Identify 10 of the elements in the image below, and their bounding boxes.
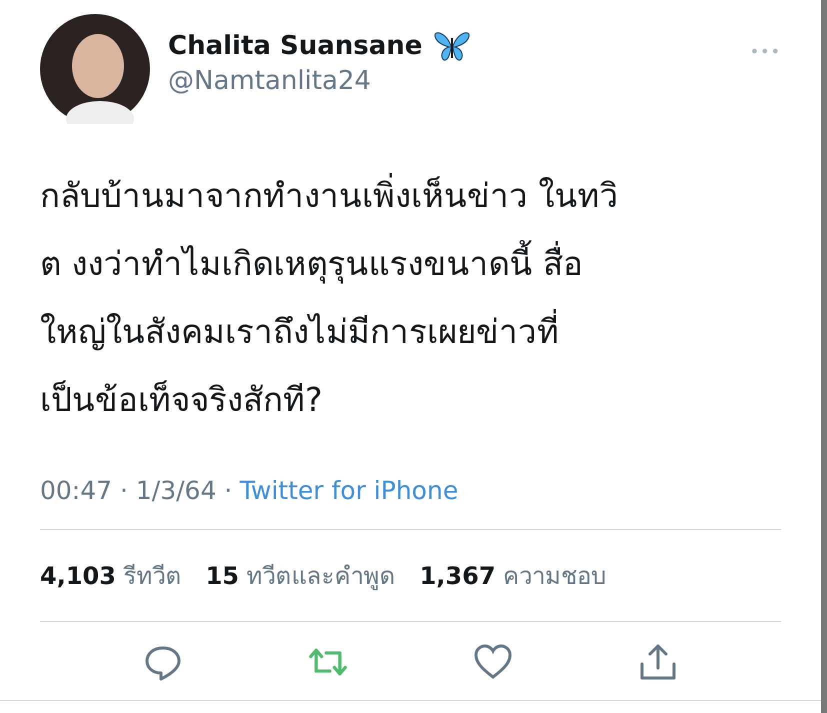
display-name: Chalita Suansane (168, 31, 422, 61)
stat-count[interactable]: 1,367 ความชอบ (420, 556, 606, 595)
tweet-time: 00:47 · 1/3/64 · (40, 476, 232, 505)
user-handle: @Namtanlita24 (168, 66, 372, 96)
tweet-text: กลับบ้านมาจากทำงานเพิ่งเห็นข่าว ในทวิ ต งงว่าทำไมเกิดเหตุรุนแรงขนาดนี้ สื่อ ใหญ่ในสังคมเราถึงไม่มีการเผยข่าวที่ เป็นข้อเท็จจริงสักที? (40, 162, 781, 434)
butterfly-icon (432, 30, 472, 62)
avatar[interactable] (40, 14, 150, 124)
stat-count[interactable]: 4,103 รีทวีต (40, 556, 182, 595)
stat-count[interactable]: 15 ทวีตและคำพูด (206, 556, 396, 595)
share-icon[interactable] (638, 642, 678, 682)
